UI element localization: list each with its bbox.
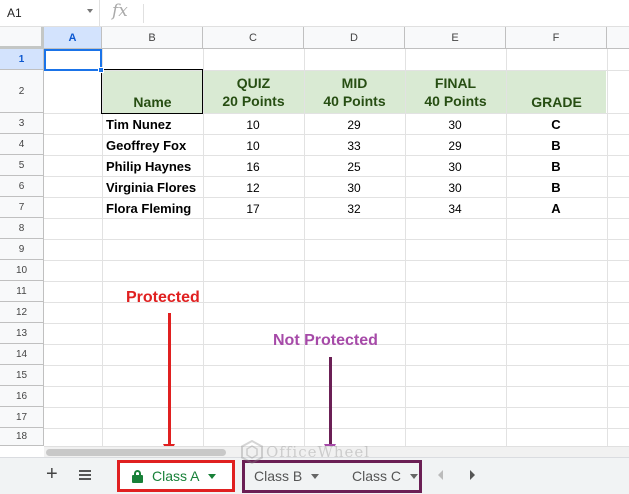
quiz-score[interactable]: 17 <box>203 202 303 216</box>
protected-annotation: Protected <box>126 289 200 306</box>
chevron-right-icon[interactable] <box>470 470 475 480</box>
name-box[interactable]: A1 <box>0 0 100 26</box>
row-header-15[interactable]: 15 <box>0 365 44 386</box>
not-protected-arrow <box>329 357 332 449</box>
final-score[interactable]: 29 <box>405 139 505 153</box>
plus-icon[interactable]: + <box>46 463 58 486</box>
row-header-13[interactable]: 13 <box>0 323 44 344</box>
student-name[interactable]: Flora Fleming <box>106 201 191 216</box>
row-header-14[interactable]: 14 <box>0 344 44 365</box>
list-icon[interactable] <box>79 470 91 480</box>
row-header-8[interactable]: 8 <box>0 218 44 239</box>
header-final: FINAL 40 Points <box>405 74 506 110</box>
header-mid-line1: MID <box>341 75 368 91</box>
row-header-18[interactable]: 18 <box>0 428 44 446</box>
grade-value[interactable]: B <box>506 159 606 174</box>
student-name[interactable]: Philip Haynes <box>106 159 191 174</box>
mid-score[interactable]: 32 <box>304 202 404 216</box>
quiz-score[interactable]: 10 <box>203 118 303 132</box>
not-protected-annotation: Not Protected <box>273 332 378 349</box>
watermark-text: OfficeWheel <box>266 443 371 461</box>
gridline <box>44 365 629 366</box>
chevron-down-icon[interactable] <box>87 9 93 13</box>
grade-value[interactable]: B <box>506 180 606 195</box>
column-header-b[interactable]: B <box>102 27 203 49</box>
column-header-c[interactable]: C <box>203 27 304 49</box>
header-quiz-line1: QUIZ <box>236 75 271 91</box>
mid-score[interactable]: 25 <box>304 160 404 174</box>
column-header-f[interactable]: F <box>506 27 607 49</box>
row-header-16[interactable]: 16 <box>0 386 44 407</box>
grade-value[interactable]: B <box>506 138 606 153</box>
gridline <box>44 428 629 429</box>
gridline <box>44 323 629 324</box>
mid-score[interactable]: 30 <box>304 181 404 195</box>
mid-score[interactable]: 29 <box>304 118 404 132</box>
column-header-g[interactable] <box>607 27 629 49</box>
final-score[interactable]: 30 <box>405 118 505 132</box>
gridline <box>44 386 629 387</box>
header-final-line1: FINAL <box>434 75 477 91</box>
header-name: Name <box>133 94 172 110</box>
row-header-3[interactable]: 3 <box>0 113 44 134</box>
header-mid-line2: 40 Points <box>323 93 386 109</box>
gridline <box>44 281 629 282</box>
fill-handle[interactable] <box>98 67 104 73</box>
mid-score[interactable]: 33 <box>304 139 404 153</box>
row-header-12[interactable]: 12 <box>0 302 44 323</box>
row-header-7[interactable]: 7 <box>0 197 44 218</box>
final-score[interactable]: 34 <box>405 202 505 216</box>
fx-icon: fx <box>112 1 128 21</box>
header-mid: MID 40 Points <box>304 74 405 110</box>
student-name[interactable]: Geoffrey Fox <box>106 138 186 153</box>
formula-bar: A1 fx <box>0 0 629 27</box>
row-header-6[interactable]: 6 <box>0 176 44 197</box>
select-all-corner[interactable] <box>0 27 44 49</box>
protected-arrow <box>168 313 171 449</box>
row-header-4[interactable]: 4 <box>0 134 44 155</box>
row-header-10[interactable]: 10 <box>0 260 44 281</box>
row-header-9[interactable]: 9 <box>0 239 44 260</box>
name-box-value: A1 <box>7 6 22 20</box>
final-score[interactable]: 30 <box>405 181 505 195</box>
row-header-2[interactable]: 2 <box>0 70 44 113</box>
column-header-a[interactable]: A <box>44 27 102 49</box>
grade-value[interactable]: A <box>506 201 606 216</box>
sheet-tab-class-a[interactable]: Class A <box>117 460 235 492</box>
gridline <box>44 197 629 198</box>
row-header-1[interactable]: 1 <box>0 49 44 70</box>
header-quiz: QUIZ 20 Points <box>203 74 304 110</box>
quiz-score[interactable]: 12 <box>203 181 303 195</box>
column-header-d[interactable]: D <box>304 27 405 49</box>
row-header-11[interactable]: 11 <box>0 281 44 302</box>
divider <box>143 4 144 23</box>
row-header-17[interactable]: 17 <box>0 407 44 428</box>
quiz-score[interactable]: 10 <box>203 139 303 153</box>
chevron-left-icon[interactable] <box>438 470 443 480</box>
header-grade: GRADE <box>531 94 582 110</box>
gridline <box>44 134 629 135</box>
watermark: OfficeWheel <box>241 439 391 466</box>
officewheel-logo-icon <box>241 439 263 465</box>
quiz-score[interactable]: 16 <box>203 160 303 174</box>
selected-cell-a1[interactable] <box>44 49 102 71</box>
grade-value[interactable]: C <box>506 117 606 132</box>
column-header-e[interactable]: E <box>405 27 506 49</box>
student-name[interactable]: Virginia Flores <box>106 180 196 195</box>
sheet-tab-label: Class A <box>152 468 200 484</box>
gridline <box>44 260 629 261</box>
gridline <box>44 176 629 177</box>
gridline <box>44 239 629 240</box>
student-name[interactable]: Tim Nunez <box>106 117 172 132</box>
final-score[interactable]: 30 <box>405 160 505 174</box>
gridline <box>44 218 629 219</box>
header-quiz-line2: 20 Points <box>222 93 285 109</box>
chevron-down-icon[interactable] <box>208 473 217 479</box>
gridline <box>44 407 629 408</box>
gridline <box>44 155 629 156</box>
header-final-line2: 40 Points <box>424 93 487 109</box>
row-header-5[interactable]: 5 <box>0 155 44 176</box>
scrollbar-thumb[interactable] <box>46 449 226 456</box>
lock-icon <box>132 469 143 483</box>
